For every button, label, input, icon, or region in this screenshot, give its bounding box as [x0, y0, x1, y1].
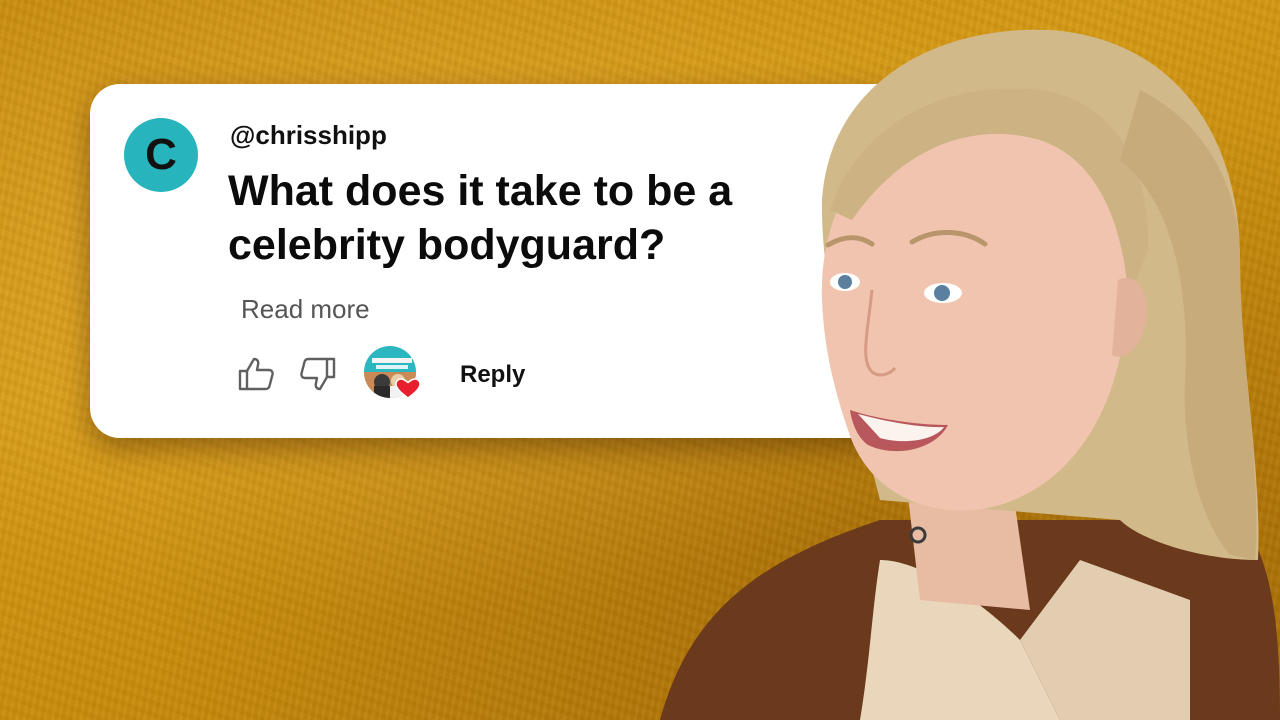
avatar-letter: C: [145, 130, 177, 179]
thumbs-down-icon[interactable]: [298, 354, 338, 394]
commenter-avatar[interactable]: C: [124, 118, 198, 192]
host-photo: [660, 29, 1280, 720]
comment-actions: Reply: [236, 344, 656, 404]
thumbs-up-icon[interactable]: [236, 354, 276, 394]
read-more-link[interactable]: Read more: [241, 294, 370, 325]
reply-button[interactable]: Reply: [460, 361, 525, 389]
commenter-handle[interactable]: @chrisshipp: [230, 120, 387, 151]
creator-heart-icon[interactable]: [364, 346, 421, 402]
